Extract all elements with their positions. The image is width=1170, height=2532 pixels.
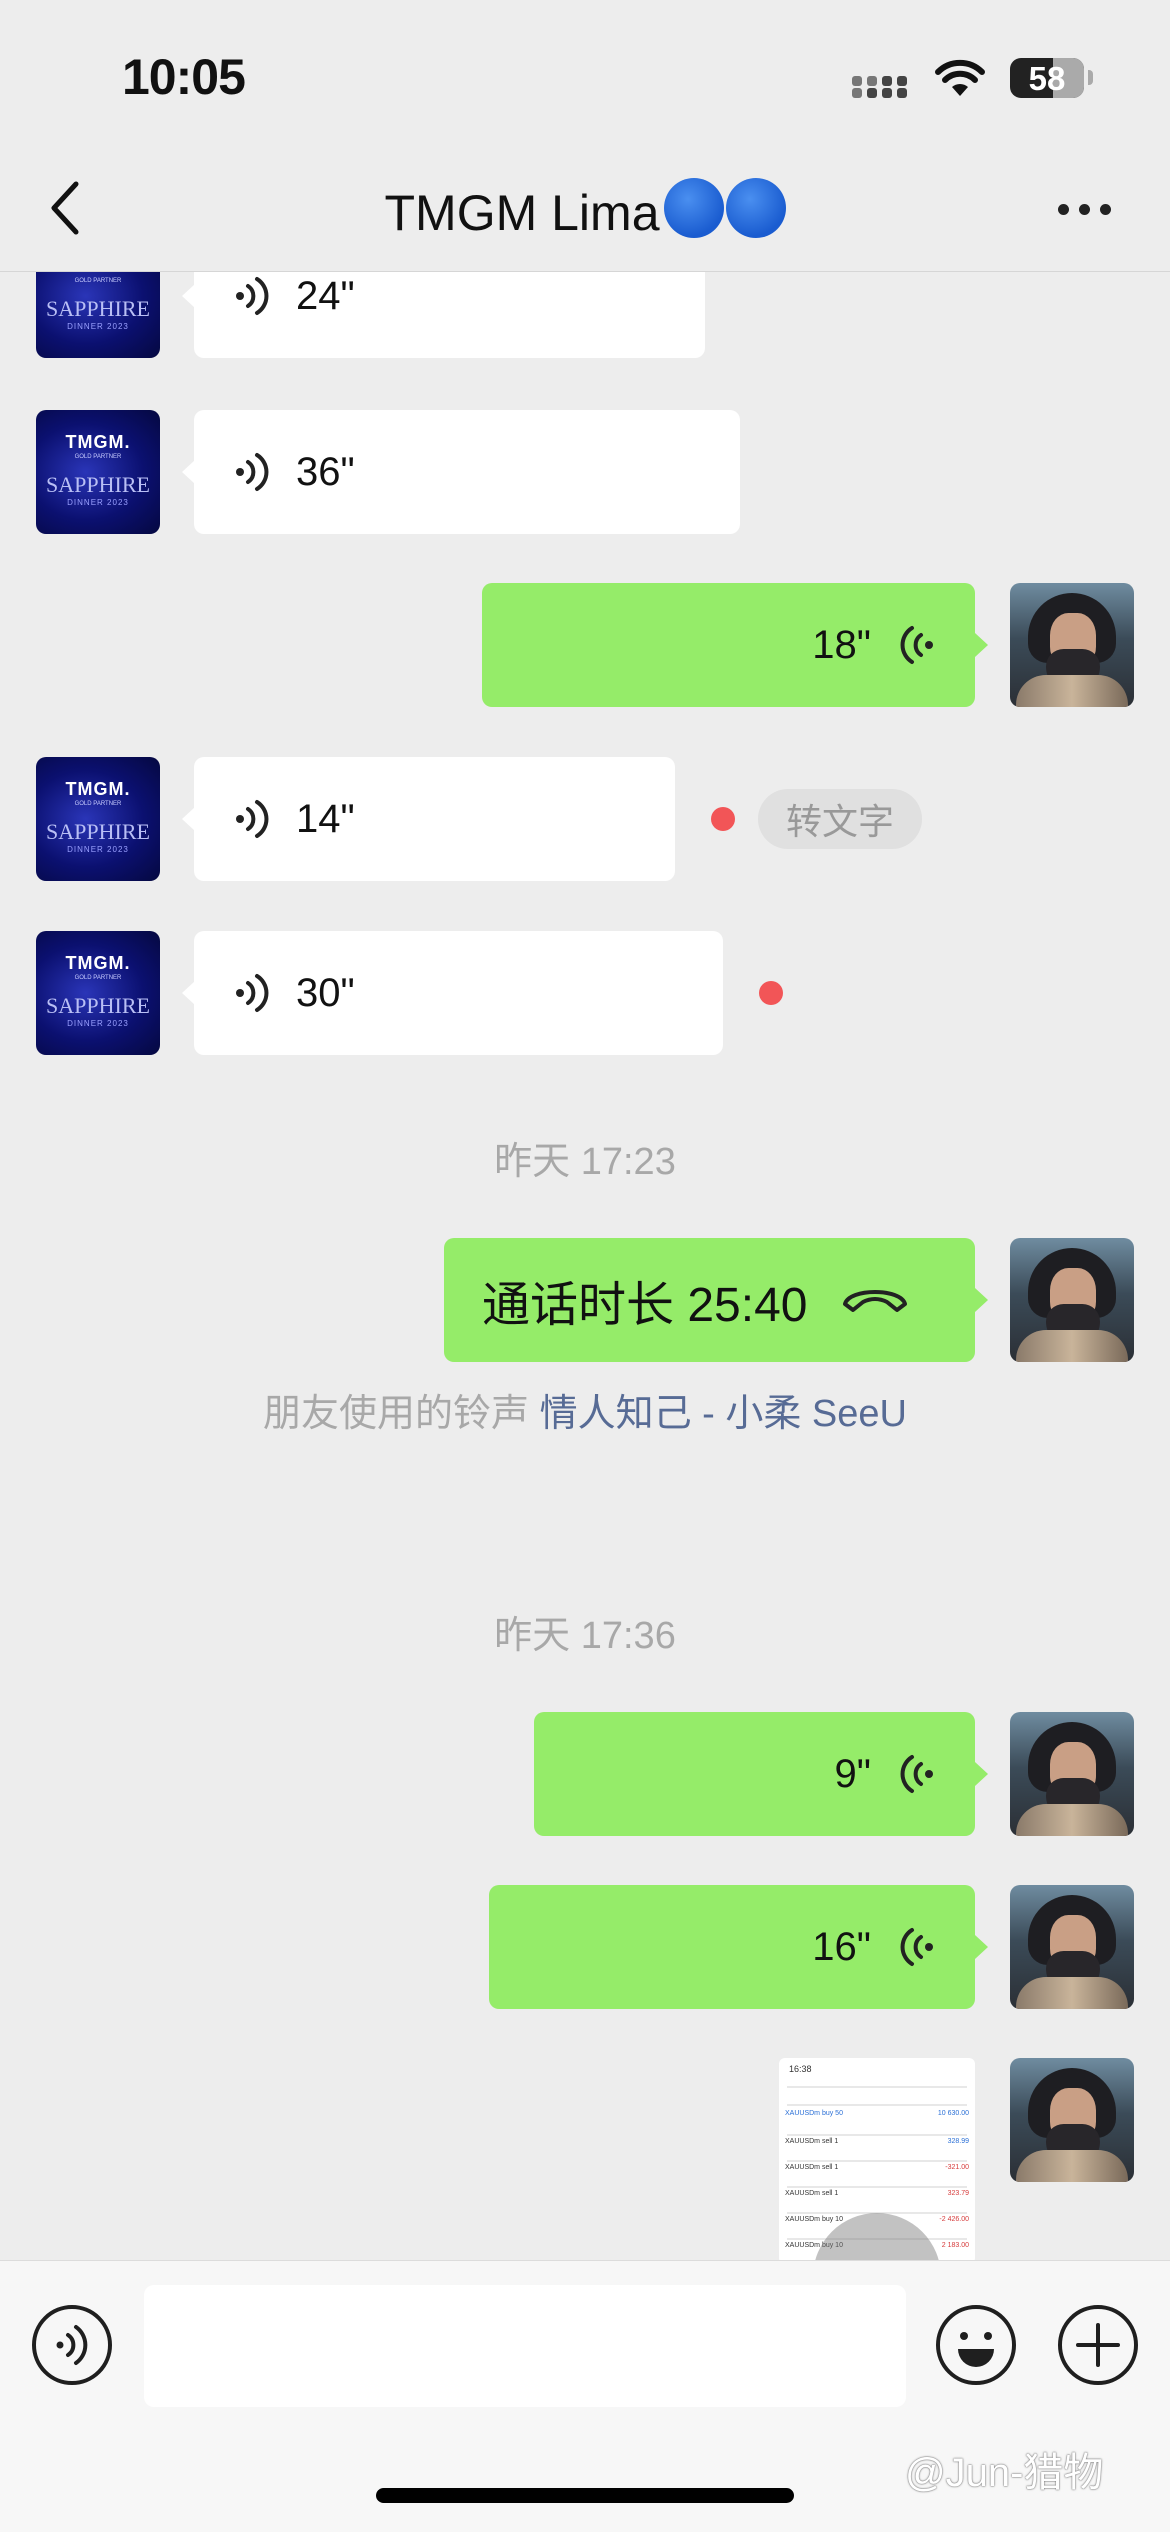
voice-duration: 30" (296, 970, 355, 1015)
voice-duration: 18" (812, 622, 871, 667)
timestamp: 昨天 17:36 (494, 1615, 676, 1657)
contact-avatar[interactable]: TMGM. GOLD PARTNER SAPPHIRE DINNER 2023 (36, 757, 160, 881)
image-message[interactable]: 16:38 XAUUSDm buy 50 10 630.00 XAUUSDm s… (779, 2058, 975, 2260)
contact-avatar[interactable]: TMGM. GOLD PARTNER SAPPHIRE DINNER 2023 (36, 931, 160, 1055)
voice-wave-icon (900, 1928, 933, 1966)
phone-icon (843, 1290, 908, 1312)
user-avatar[interactable] (1010, 583, 1134, 707)
battery-tip (1088, 70, 1093, 85)
user-avatar[interactable] (1010, 1712, 1134, 1836)
voice-message-bubble[interactable]: 16" (489, 1885, 988, 2009)
voice-message-bubble[interactable]: 24" (182, 272, 705, 358)
voice-wave-icon (236, 453, 269, 491)
plus-icon[interactable] (1056, 2303, 1140, 2387)
status-bar: 10:05 58 (0, 0, 1170, 150)
message-input[interactable] (144, 2285, 906, 2407)
signal-icon (852, 66, 916, 98)
blue-circle-emoji-icon (662, 178, 786, 250)
preview-time: 16:38 (789, 2064, 812, 2074)
voice-wave-icon (236, 277, 269, 315)
voice-wave-icon (900, 1755, 933, 1793)
chat-area[interactable]: TMGM. GOLD PARTNER SAPPHIRE DINNER 2023 … (0, 272, 1170, 2260)
call-record-bubble[interactable]: 通话时长 25:40 (444, 1238, 988, 1362)
ringtone-note: 朋友使用的铃声 情人知己 - 小柔 SeeU (0, 1382, 1170, 1437)
voice-wave-icon (236, 800, 269, 838)
chat-title: TMGM Lima (0, 178, 1170, 250)
voice-duration: 14" (296, 796, 355, 841)
home-indicator (376, 2488, 794, 2503)
voice-duration: 9" (834, 1751, 871, 1796)
status-time: 10:05 (122, 49, 246, 105)
transcribe-button[interactable]: 转文字 (758, 789, 923, 849)
user-avatar[interactable] (1010, 2058, 1134, 2182)
ringtone-song-link[interactable]: 情人知己 - 小柔 SeeU (540, 1393, 907, 1435)
voice-duration: 36" (296, 449, 355, 494)
contact-avatar[interactable]: TMGM. GOLD PARTNER SAPPHIRE DINNER 2023 (36, 410, 160, 534)
ringtone-prefix: 朋友使用的铃声 (263, 1393, 540, 1435)
user-avatar[interactable] (1010, 1238, 1134, 1362)
timestamp: 昨天 17:23 (494, 1141, 676, 1183)
voice-message-bubble[interactable]: 36" (182, 410, 740, 534)
emoji-icon[interactable] (934, 2303, 1018, 2387)
unread-dot (759, 981, 783, 1005)
voice-message-bubble[interactable]: 9" (534, 1712, 988, 1836)
battery-icon: 58 (1010, 58, 1084, 98)
nav-bar: TMGM Lima (0, 150, 1170, 272)
voice-input-toggle-icon[interactable] (30, 2303, 114, 2387)
chat-title-text: TMGM Lima (384, 185, 660, 241)
voice-message-bubble[interactable]: 30" (182, 931, 723, 1055)
battery-level: 58 (1028, 60, 1066, 97)
unread-dot (711, 807, 735, 831)
wifi-icon (935, 59, 985, 96)
user-avatar[interactable] (1010, 1885, 1134, 2009)
voice-wave-icon (236, 974, 269, 1012)
call-duration-text: 通话时长 25:40 (482, 1279, 808, 1332)
contact-avatar[interactable]: TMGM. GOLD PARTNER SAPPHIRE DINNER 2023 (36, 272, 160, 358)
more-options-icon[interactable] (1050, 200, 1120, 220)
voice-duration: 24" (296, 273, 355, 318)
voice-message-bubble[interactable]: 14" (182, 757, 675, 881)
voice-wave-icon (900, 626, 933, 664)
voice-duration: 16" (812, 1924, 871, 1969)
watermark: @Jun-猎物 (905, 2451, 1104, 2495)
voice-message-bubble[interactable]: 18" (482, 583, 988, 707)
